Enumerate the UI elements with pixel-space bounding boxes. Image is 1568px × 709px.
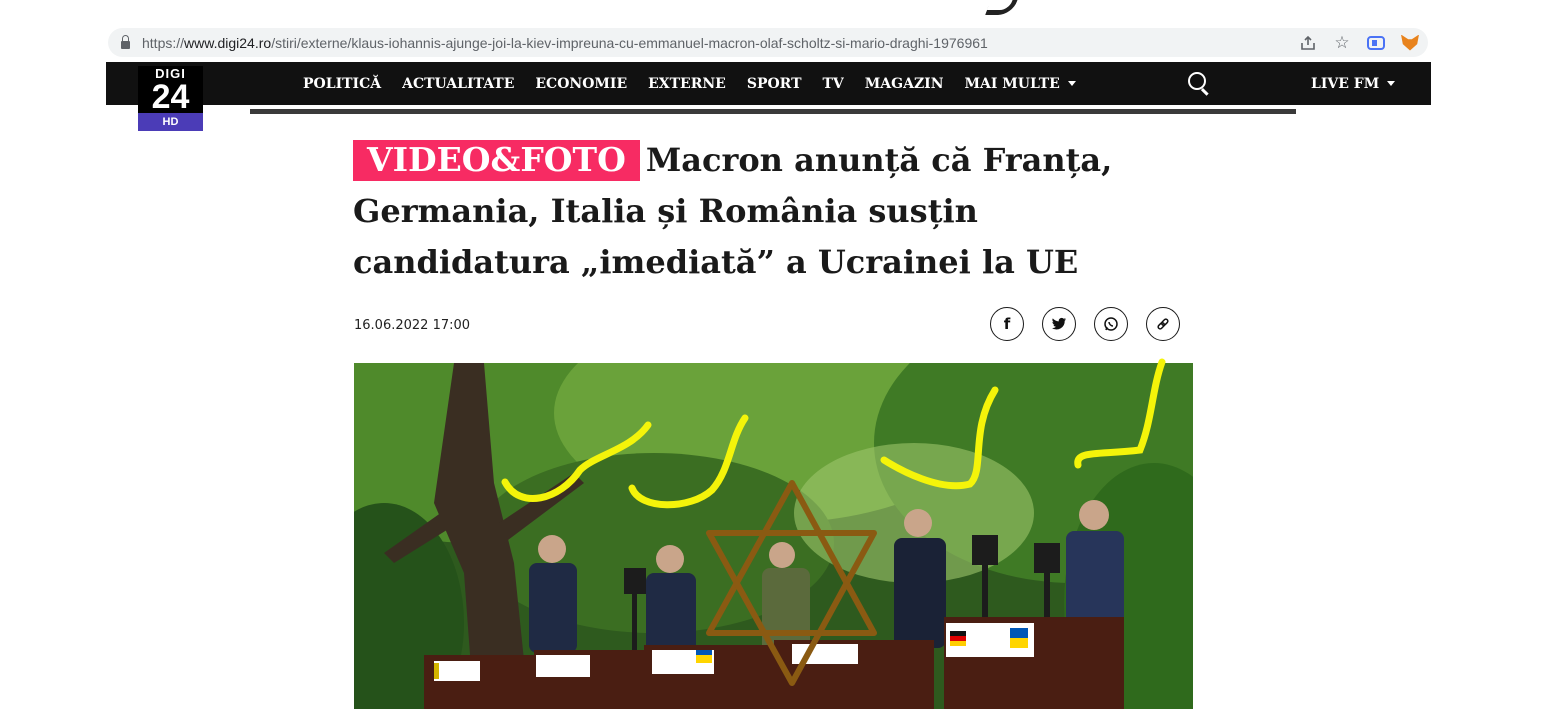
logo-number: 24 [138, 80, 203, 114]
digi24-logo[interactable]: DIGI 24 HD [138, 66, 203, 131]
yellow-scribbles [501, 358, 1166, 509]
logo-hd-badge: HD [138, 113, 203, 131]
